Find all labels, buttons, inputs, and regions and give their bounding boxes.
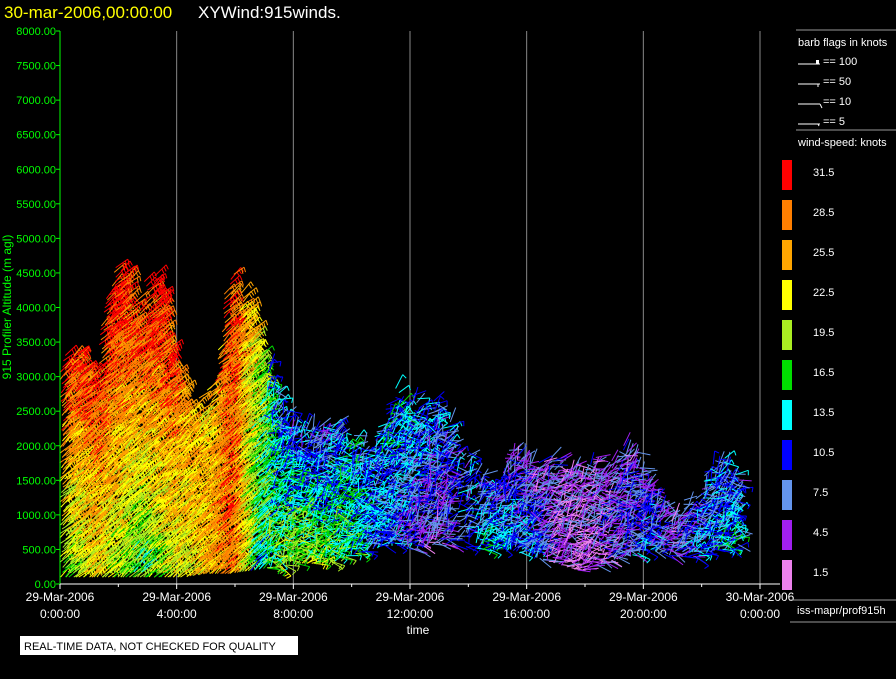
wind-barb-flag — [72, 349, 74, 354]
wind-barb-flag — [135, 283, 136, 288]
chart-datetime: 30-mar-2006,00:00:00 — [4, 3, 172, 22]
wind-barb-flag — [136, 273, 138, 277]
wind-barb-flag — [140, 276, 141, 281]
wind-barb-flag — [137, 287, 138, 292]
wind-barb-flag — [139, 286, 140, 291]
wind-barb-flag — [74, 347, 76, 352]
wind-barb-flag — [76, 345, 78, 350]
wind-barb-flag — [130, 261, 132, 265]
wind-barb-flag — [138, 271, 140, 275]
chart-title: XYWind:915winds. — [198, 3, 341, 22]
wind-barb-flag — [133, 299, 136, 303]
wind-barbs — [60, 259, 754, 578]
wind-barb-flag — [135, 293, 137, 297]
wind-profiler-chart: 30-mar-2006,00:00:00 XYWind:915winds. 0.… — [0, 0, 896, 674]
